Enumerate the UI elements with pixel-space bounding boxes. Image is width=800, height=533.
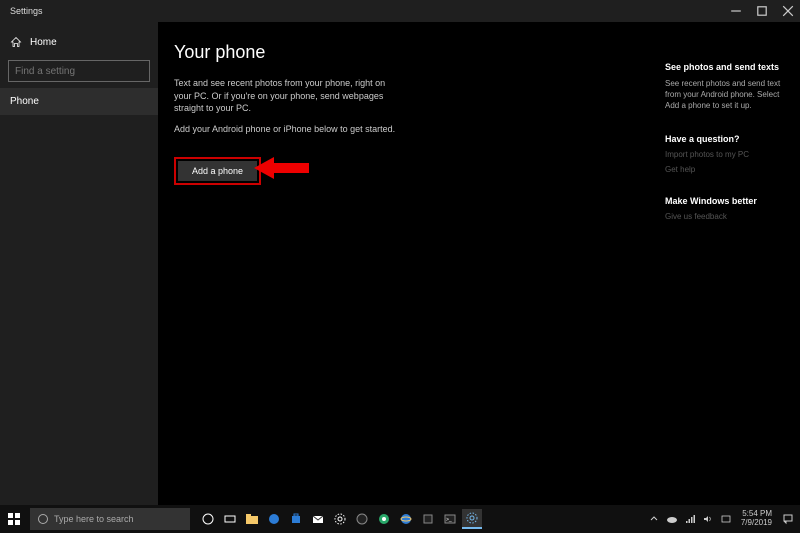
svg-text:>_: >_: [446, 517, 452, 523]
minimize-button[interactable]: [730, 5, 742, 17]
aside-p1: See recent photos and send text from you…: [665, 78, 788, 112]
task-view-button[interactable]: [220, 509, 240, 529]
aside-h3: Make Windows better: [665, 196, 788, 206]
tray-chevron-icon[interactable]: [647, 512, 661, 526]
tray-volume-icon[interactable]: [701, 512, 715, 526]
clock[interactable]: 5:54 PM 7/9/2019: [737, 510, 776, 528]
home-link[interactable]: Home: [0, 30, 158, 54]
windows-logo-icon: [8, 513, 20, 525]
home-label: Home: [30, 37, 57, 48]
aside-h1: See photos and send texts: [665, 62, 788, 72]
search-input[interactable]: [15, 66, 147, 77]
settings-app-running-icon[interactable]: [462, 509, 482, 529]
add-a-phone-button[interactable]: Add a phone: [178, 161, 257, 181]
close-button[interactable]: [782, 5, 794, 17]
taskbar-search[interactable]: Type here to search: [30, 508, 190, 530]
chrome-icon[interactable]: [374, 509, 394, 529]
taskbar-search-placeholder: Type here to search: [54, 514, 134, 524]
home-icon: [10, 36, 22, 48]
annotation-arrow: [254, 154, 309, 182]
annotation-highlight: Add a phone: [174, 157, 261, 185]
cortana-icon: [38, 514, 48, 524]
page-desc-1: Text and see recent photos from your pho…: [174, 77, 404, 115]
tray-language-icon[interactable]: [719, 512, 733, 526]
edge-icon[interactable]: [264, 509, 284, 529]
link-import-photos[interactable]: Import photos to my PC: [665, 150, 788, 159]
tray-onedrive-icon[interactable]: [665, 512, 679, 526]
link-feedback[interactable]: Give us feedback: [665, 212, 788, 221]
file-explorer-icon[interactable]: [242, 509, 262, 529]
tray-network-icon[interactable]: [683, 512, 697, 526]
ie-icon[interactable]: [396, 509, 416, 529]
mail-icon[interactable]: [308, 509, 328, 529]
search-field-wrap[interactable]: [8, 60, 150, 82]
action-center-icon[interactable]: [780, 511, 796, 527]
cortana-button[interactable]: [198, 509, 218, 529]
sidebar-item-phone[interactable]: Phone: [0, 88, 158, 115]
settings-taskbar-icon[interactable]: [330, 509, 350, 529]
xbox-icon[interactable]: [352, 509, 372, 529]
maximize-button[interactable]: [756, 5, 768, 17]
page-desc-2: Add your Android phone or iPhone below t…: [174, 123, 404, 136]
terminal-icon[interactable]: >_: [440, 509, 460, 529]
link-get-help[interactable]: Get help: [665, 165, 788, 174]
page-title: Your phone: [174, 42, 649, 63]
date: 7/9/2019: [741, 519, 772, 528]
vscode-icon[interactable]: [418, 509, 438, 529]
aside-h2: Have a question?: [665, 134, 788, 144]
store-icon[interactable]: [286, 509, 306, 529]
start-button[interactable]: [0, 505, 28, 533]
window-title: Settings: [10, 6, 43, 16]
